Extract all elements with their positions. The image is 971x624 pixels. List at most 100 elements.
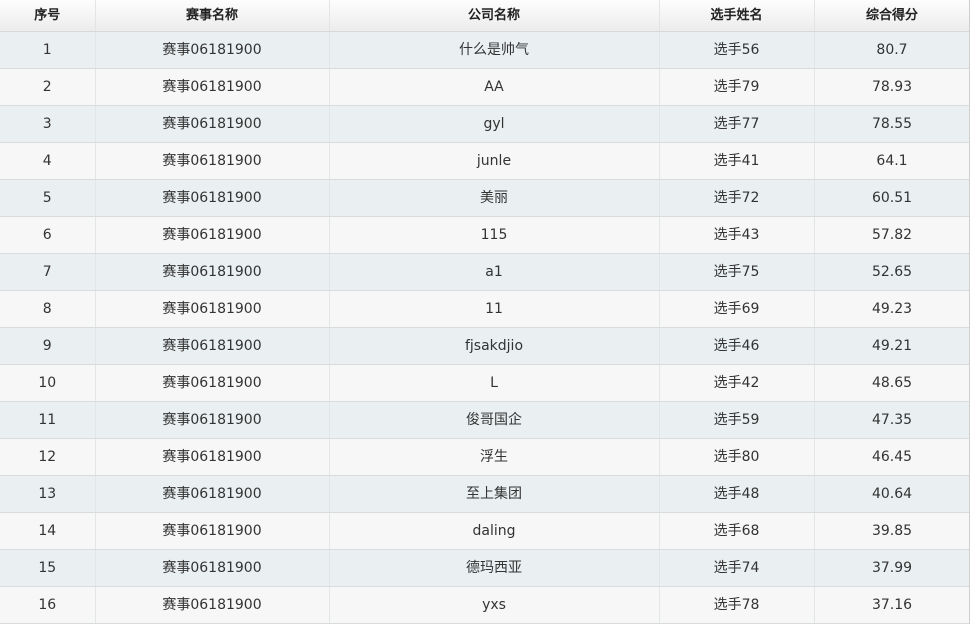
- cell-company-name: junle: [329, 142, 660, 180]
- cell-total-score: 64.1: [814, 142, 970, 180]
- cell-player-name: 选手43: [659, 216, 815, 254]
- cell-total-score: 47.35: [814, 401, 970, 439]
- cell-event-name: 赛事06181900: [95, 142, 330, 180]
- cell-event-name: 赛事06181900: [95, 512, 330, 550]
- cell-player-name: 选手42: [659, 364, 815, 402]
- cell-company-name: 德玛西亚: [329, 549, 660, 587]
- cell-event-name: 赛事06181900: [95, 179, 330, 217]
- table-row[interactable]: 10 赛事06181900 L 选手42 48.65: [0, 364, 970, 402]
- cell-index: 2: [0, 68, 96, 106]
- table-row[interactable]: 13 赛事06181900 至上集团 选手48 40.64: [0, 475, 970, 513]
- cell-total-score: 39.85: [814, 512, 970, 550]
- cell-index: 8: [0, 290, 96, 328]
- cell-player-name: 选手75: [659, 253, 815, 291]
- table-row[interactable]: 11 赛事06181900 俊哥国企 选手59 47.35: [0, 401, 970, 439]
- cell-company-name: gyl: [329, 105, 660, 143]
- cell-player-name: 选手59: [659, 401, 815, 439]
- cell-company-name: 美丽: [329, 179, 660, 217]
- cell-index: 15: [0, 549, 96, 587]
- ranking-table-container: 序号 赛事名称 公司名称 选手姓名 综合得分 1 赛事06181900 什么是帅气选…: [0, 0, 970, 624]
- cell-company-name: 115: [329, 216, 660, 254]
- cell-total-score: 80.7: [814, 31, 970, 69]
- table-header: 序号 赛事名称 公司名称 选手姓名 综合得分: [0, 0, 970, 32]
- cell-player-name: 选手41: [659, 142, 815, 180]
- table-row[interactable]: 2 赛事06181900 AA 选手79 78.93: [0, 68, 970, 106]
- table-row[interactable]: 4 赛事06181900 junle 选手41 64.1: [0, 142, 970, 180]
- cell-company-name: 什么是帅气: [329, 31, 660, 69]
- ranking-table: 序号 赛事名称 公司名称 选手姓名 综合得分 1 赛事06181900 什么是帅气选…: [0, 0, 970, 624]
- cell-company-name: L: [329, 364, 660, 402]
- cell-total-score: 49.21: [814, 327, 970, 365]
- table-row[interactable]: 1 赛事06181900 什么是帅气 选手56 80.7: [0, 31, 970, 69]
- cell-total-score: 60.51: [814, 179, 970, 217]
- table-row[interactable]: 8 赛事06181900 11 选手69 49.23: [0, 290, 970, 328]
- cell-player-name: 选手72: [659, 179, 815, 217]
- table-row[interactable]: 3 赛事06181900 gyl 选手77 78.55: [0, 105, 970, 143]
- cell-index: 12: [0, 438, 96, 476]
- table-row[interactable]: 15 赛事06181900 德玛西亚 选手74 37.99: [0, 549, 970, 587]
- cell-index: 9: [0, 327, 96, 365]
- cell-player-name: 选手79: [659, 68, 815, 106]
- table-row[interactable]: 7 赛事06181900 a1 选手75 52.65: [0, 253, 970, 291]
- table-row[interactable]: 16 赛事06181900 yxs 选手78 37.16: [0, 586, 970, 624]
- cell-player-name: 选手56: [659, 31, 815, 69]
- cell-index: 7: [0, 253, 96, 291]
- cell-company-name: fjsakdjio: [329, 327, 660, 365]
- cell-player-name: 选手78: [659, 586, 815, 624]
- table-row[interactable]: 14 赛事06181900 daling 选手68 39.85: [0, 512, 970, 550]
- cell-player-name: 选手69: [659, 290, 815, 328]
- cell-total-score: 40.64: [814, 475, 970, 513]
- cell-index: 16: [0, 586, 96, 624]
- cell-index: 4: [0, 142, 96, 180]
- cell-total-score: 37.99: [814, 549, 970, 587]
- cell-event-name: 赛事06181900: [95, 216, 330, 254]
- cell-total-score: 78.55: [814, 105, 970, 143]
- table-row[interactable]: 6 赛事06181900 115 选手43 57.82: [0, 216, 970, 254]
- cell-index: 13: [0, 475, 96, 513]
- cell-player-name: 选手74: [659, 549, 815, 587]
- cell-company-name: AA: [329, 68, 660, 106]
- cell-total-score: 46.45: [814, 438, 970, 476]
- cell-company-name: 11: [329, 290, 660, 328]
- cell-event-name: 赛事06181900: [95, 475, 330, 513]
- cell-event-name: 赛事06181900: [95, 31, 330, 69]
- header-company-name[interactable]: 公司名称: [329, 0, 660, 32]
- table-row[interactable]: 5 赛事06181900 美丽 选手72 60.51: [0, 179, 970, 217]
- header-player-name[interactable]: 选手姓名: [659, 0, 815, 32]
- cell-company-name: yxs: [329, 586, 660, 624]
- header-index[interactable]: 序号: [0, 0, 96, 32]
- header-row: 序号 赛事名称 公司名称 选手姓名 综合得分: [0, 0, 970, 32]
- cell-player-name: 选手48: [659, 475, 815, 513]
- cell-event-name: 赛事06181900: [95, 586, 330, 624]
- cell-event-name: 赛事06181900: [95, 327, 330, 365]
- cell-total-score: 78.93: [814, 68, 970, 106]
- cell-total-score: 52.65: [814, 253, 970, 291]
- header-total-score[interactable]: 综合得分: [814, 0, 970, 32]
- table-right-edge: [969, 0, 970, 624]
- cell-event-name: 赛事06181900: [95, 105, 330, 143]
- cell-total-score: 48.65: [814, 364, 970, 402]
- cell-company-name: 俊哥国企: [329, 401, 660, 439]
- cell-company-name: 浮生: [329, 438, 660, 476]
- cell-index: 14: [0, 512, 96, 550]
- cell-index: 6: [0, 216, 96, 254]
- cell-event-name: 赛事06181900: [95, 364, 330, 402]
- cell-event-name: 赛事06181900: [95, 68, 330, 106]
- cell-event-name: 赛事06181900: [95, 253, 330, 291]
- table-body: 1 赛事06181900 什么是帅气 选手56 80.7 2 赛事06181900 AA 选手7…: [0, 31, 970, 624]
- cell-player-name: 选手46: [659, 327, 815, 365]
- cell-event-name: 赛事06181900: [95, 401, 330, 439]
- cell-total-score: 37.16: [814, 586, 970, 624]
- cell-company-name: 至上集团: [329, 475, 660, 513]
- cell-index: 3: [0, 105, 96, 143]
- table-row[interactable]: 9 赛事06181900 fjsakdjio 选手46 49.21: [0, 327, 970, 365]
- cell-total-score: 49.23: [814, 290, 970, 328]
- cell-total-score: 57.82: [814, 216, 970, 254]
- cell-player-name: 选手80: [659, 438, 815, 476]
- cell-index: 11: [0, 401, 96, 439]
- cell-player-name: 选手68: [659, 512, 815, 550]
- table-row[interactable]: 12 赛事06181900 浮生 选手80 46.45: [0, 438, 970, 476]
- header-event-name[interactable]: 赛事名称: [95, 0, 330, 32]
- cell-company-name: a1: [329, 253, 660, 291]
- cell-index: 5: [0, 179, 96, 217]
